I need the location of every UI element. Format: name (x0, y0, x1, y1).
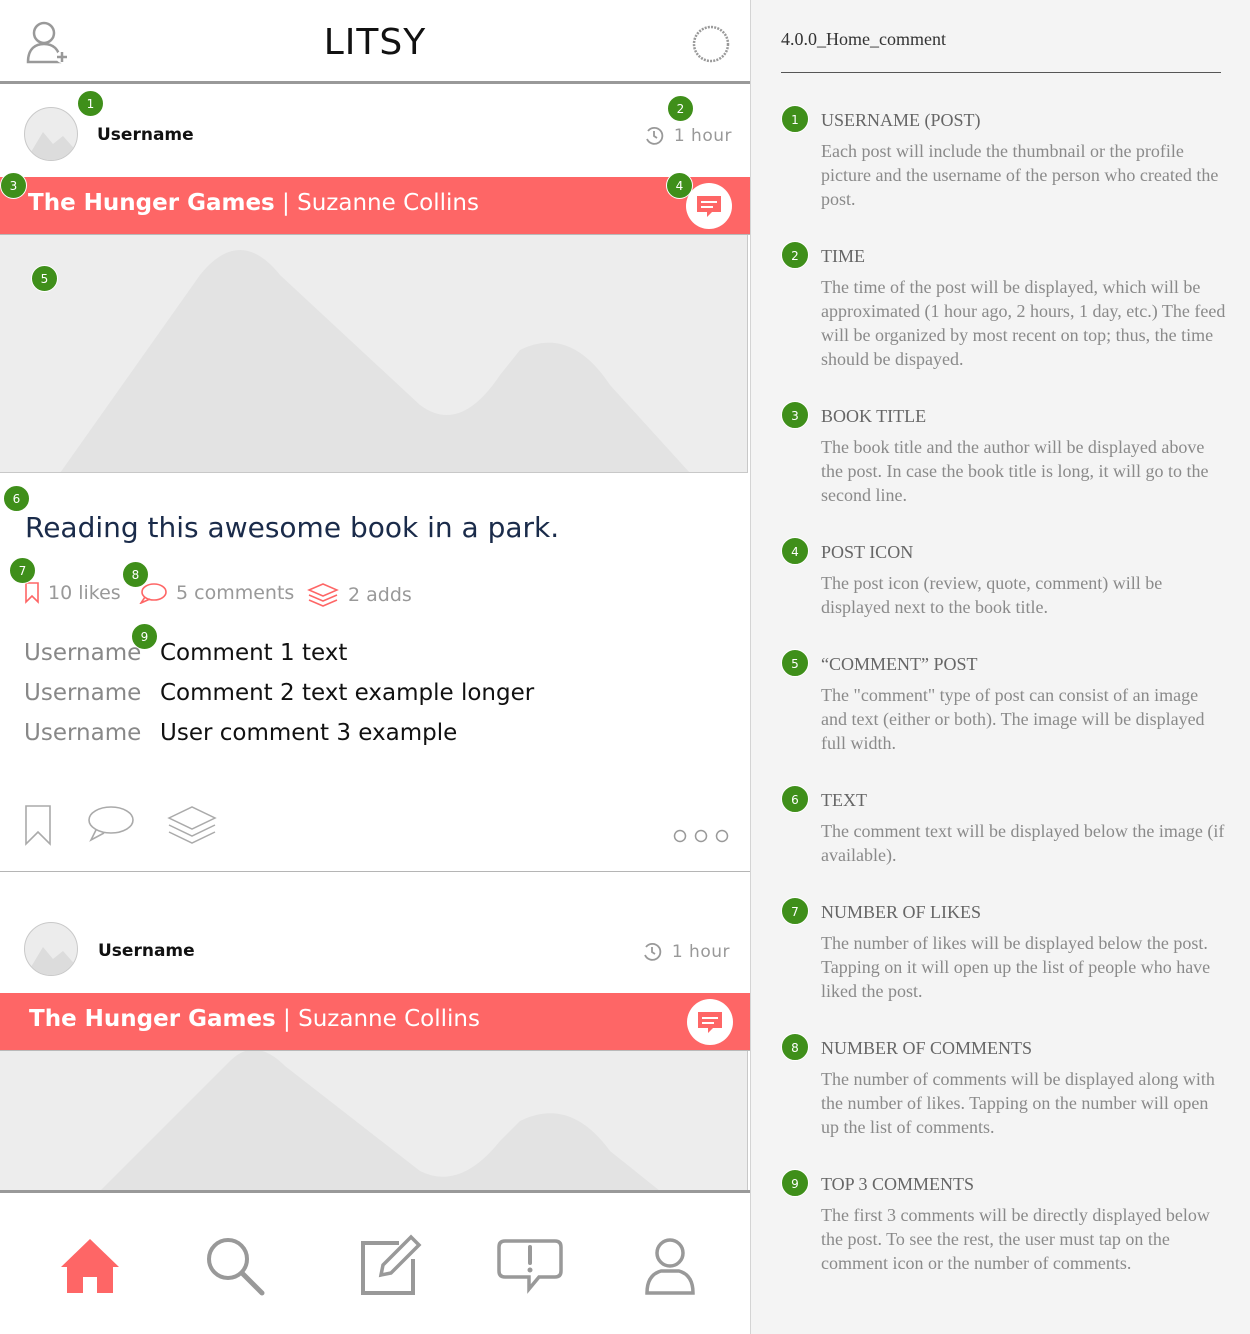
annotation-marker: 3 (0, 172, 27, 199)
annotation-marker: 7 (781, 897, 809, 925)
annotation-panel: 4.0.0_Home_comment 1 USERNAME (POST) Eac… (750, 0, 1250, 1334)
post-image[interactable] (0, 1051, 748, 1191)
note-body: The post icon (review, quote, comment) w… (821, 573, 1163, 617)
home-icon[interactable] (55, 1231, 125, 1301)
note-title: USERNAME (POST) (821, 110, 981, 130)
annotation-marker: 6 (781, 785, 809, 813)
annotation-marker: 9 (131, 623, 158, 650)
search-icon[interactable] (200, 1231, 270, 1301)
annotation-marker: 4 (666, 172, 693, 199)
clock-icon (644, 942, 662, 961)
annotation-marker: 1 (77, 90, 104, 117)
edit-icon[interactable] (355, 1231, 425, 1301)
tab-bar (0, 1190, 750, 1334)
notes-divider (781, 72, 1221, 73)
post-username[interactable]: Username (98, 941, 195, 961)
post-card: Username 1 hour The Hunger Games | Suzan… (0, 0, 750, 1191)
note-title: TIME (821, 246, 865, 266)
annotation-marker: 6 (3, 485, 30, 512)
annotation-marker: 1 (781, 105, 809, 133)
image-placeholder-icon (26, 947, 77, 975)
avatar[interactable] (24, 922, 78, 976)
note-body: The "comment" type of post can consist o… (821, 685, 1205, 753)
note-title: BOOK TITLE (821, 406, 927, 426)
annotation-marker: 4 (781, 537, 809, 565)
annotation-marker: 5 (31, 265, 58, 292)
annotation-marker: 5 (781, 649, 809, 677)
phone-screen: LITSY Username 1 hour The Hunger Games |… (0, 0, 750, 1334)
image-placeholder-icon (101, 1051, 659, 1190)
book-info: The Hunger Games | Suzanne Collins (29, 1006, 480, 1032)
note-body: The first 3 comments will be directly di… (821, 1205, 1210, 1273)
book-title-bar[interactable]: The Hunger Games | Suzanne Collins (0, 993, 750, 1051)
post-type-icon (687, 999, 733, 1045)
screen-id: 4.0.0_Home_comment (781, 29, 946, 49)
user-icon[interactable] (635, 1231, 705, 1301)
comment-type-icon (698, 1012, 722, 1033)
annotation-marker: 2 (667, 95, 694, 122)
note-body: The comment text will be displayed below… (821, 821, 1225, 865)
annotation-marker: 8 (781, 1033, 809, 1061)
note-body: The time of the post will be displayed, … (821, 277, 1226, 369)
note-title: POST ICON (821, 542, 914, 562)
time-label: 1 hour (671, 942, 730, 962)
note-title: TOP 3 COMMENTS (821, 1174, 975, 1194)
book-title[interactable]: The Hunger Games (29, 1006, 276, 1032)
book-author[interactable]: Suzanne Collins (298, 1006, 480, 1032)
annotation-marker: 3 (781, 401, 809, 429)
note-title: “COMMENT” POST (821, 654, 978, 674)
note-title: NUMBER OF LIKES (821, 902, 982, 922)
annotation-marker: 7 (9, 557, 36, 584)
note-body: The book title and the author will be di… (821, 437, 1209, 505)
alert-bubble-icon[interactable] (495, 1231, 565, 1301)
note-title: TEXT (821, 790, 867, 810)
annotation-marker: 9 (781, 1169, 809, 1197)
note-body: Each post will include the thumbnail or … (821, 141, 1219, 209)
annotation-marker: 2 (781, 241, 809, 269)
note-body: The number of likes will be displayed be… (821, 933, 1211, 1001)
post-time: 1 hour (642, 942, 730, 962)
annotation-marker: 8 (122, 561, 149, 588)
book-separator: | (283, 1006, 291, 1032)
note-title: NUMBER OF COMMENTS (821, 1038, 1033, 1058)
note-body: The number of comments will be displayed… (821, 1069, 1215, 1137)
